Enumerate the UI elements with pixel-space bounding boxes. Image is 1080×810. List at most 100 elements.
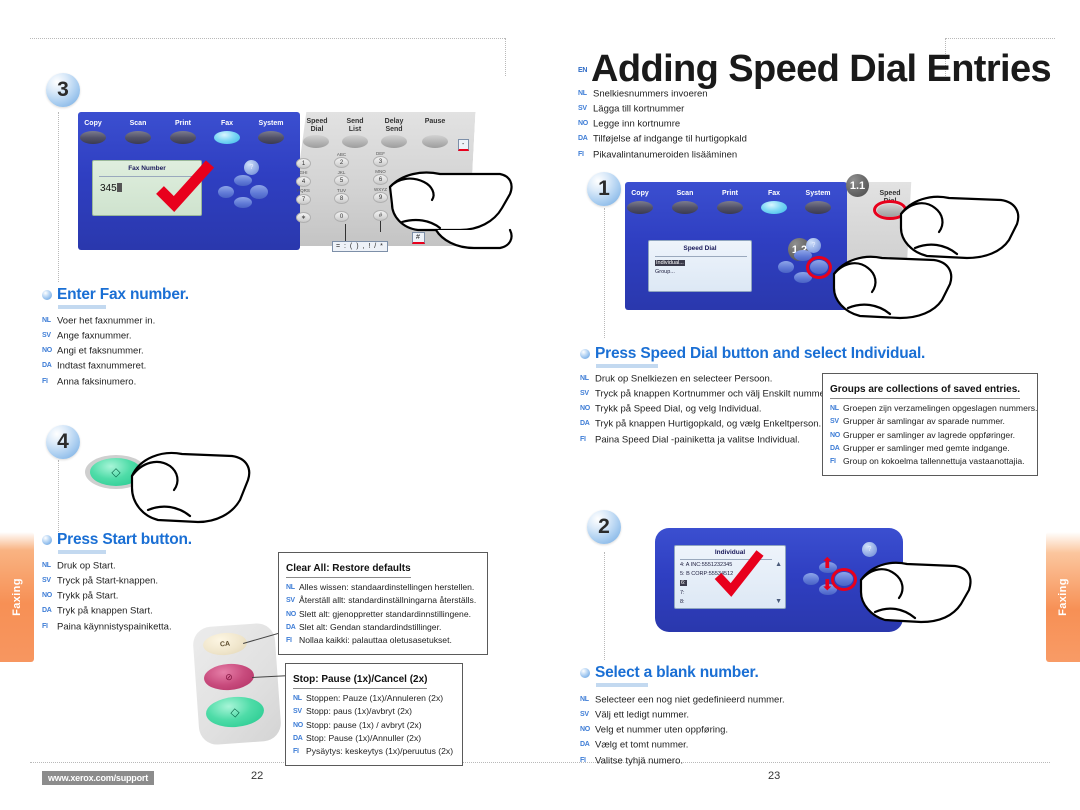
side-tab-faxing-left[interactable]: Faxing (0, 532, 34, 662)
callout-text: Stopp: pause (1x) / avbryt (2x) (306, 719, 422, 730)
panel3-button-pause[interactable] (422, 135, 448, 148)
title-translations: NL Snelkiesnummers invoeren SV Lägga till … (578, 87, 747, 163)
callout-row: FI Pysäytys: keskeytys (1x)/peruutus (2x) (293, 745, 455, 758)
callout-row: NO Stopp: pause (1x) / avbryt (2x) (293, 719, 455, 732)
callout-row: NO Slett alt: gjenoppretter standardinnst… (286, 608, 480, 621)
substep-badge-1-1: 1.1 (846, 174, 869, 197)
panel3-button-fax[interactable] (214, 131, 240, 144)
lang-tag: NL (830, 405, 839, 413)
keypad-key-0[interactable]: 0 (334, 211, 349, 222)
keypad-key-star[interactable]: ∗ (296, 212, 311, 223)
clear-all-label: CA (219, 640, 231, 648)
lang-tag: SV (830, 418, 839, 426)
translation-text: Anna faksinumero. (57, 376, 137, 388)
guide-line-left-vertical (505, 38, 506, 76)
panel3-navpad[interactable] (218, 175, 268, 209)
navpad-left-icon[interactable] (778, 261, 794, 273)
panel3-button-copy[interactable] (80, 131, 106, 144)
lang-tag: SV (293, 708, 302, 716)
guide-line-step3-vertical (58, 112, 59, 282)
side-tab-label-left: Faxing (11, 578, 23, 616)
side-tab-faxing-right[interactable]: Faxing (1046, 532, 1080, 662)
lang-tag: DA (580, 420, 590, 428)
step-badge-3: 3 (46, 73, 80, 107)
keypad-key-8[interactable]: 8 (334, 193, 349, 204)
callout-clear-all: Clear All: Restore defaults NL Alles wiss… (278, 552, 488, 655)
step4-translations: NL Druk op Start. SV Tryck på Start-knappe… (42, 559, 172, 635)
lang-tag: DA (293, 735, 303, 743)
panel1-button-print[interactable] (717, 201, 743, 214)
navpad-up-icon[interactable] (234, 175, 252, 186)
lang-tag: NL (578, 90, 587, 97)
lang-tag: NL (580, 696, 589, 703)
translation-text: Valitse tyhjä numero. (595, 755, 684, 767)
panel1-button-system[interactable] (805, 201, 831, 214)
footer-page-number-left: 22 (251, 770, 264, 782)
panel3-button-send-list[interactable] (342, 135, 368, 148)
lang-tag: FI (580, 435, 586, 443)
panel3-button-delay-send[interactable] (381, 135, 407, 148)
translation-row: FI Valitse tyhjä numero. (580, 754, 785, 769)
footer-support-url[interactable]: www.xerox.com/support (42, 771, 154, 785)
lang-tag: SV (286, 597, 295, 605)
panel2-lcd-line-7[interactable]: 7: (680, 590, 685, 596)
callout-text: Slett alt: gjenoppretter standardinnstil… (299, 608, 471, 619)
panel1-label-system: System (805, 190, 831, 197)
keypad-sub-4: GHI (299, 170, 308, 175)
translation-text: Druk op Snelkiezen en selecteer Persoon. (595, 373, 773, 385)
navpad-down-icon[interactable] (234, 197, 252, 208)
panel2-help-button[interactable]: ? (862, 542, 877, 557)
panel3-help-button[interactable]: ? (244, 160, 259, 175)
navpad-left-icon[interactable] (803, 573, 819, 585)
panel3-button-speed-dial[interactable] (303, 135, 329, 148)
keypad-key-2[interactable]: 2 (334, 157, 349, 168)
lang-tag: SV (42, 332, 51, 340)
panel1-lcd-line-individual[interactable]: Individual... (655, 260, 685, 266)
hand-illustration-step4-top (130, 451, 251, 524)
scroll-up-icon[interactable]: ▲ (775, 561, 782, 568)
step-number: 2 (598, 515, 610, 538)
substep-number: 1.1 (849, 179, 866, 192)
callout-row: DA Stop: Pause (1x)/Annuller (2x) (293, 732, 455, 745)
panel3-button-system[interactable] (258, 131, 284, 144)
translation-text: Pikavalintanumeroiden lisääminen (593, 149, 738, 161)
panel2-lcd-line-6[interactable]: 6: (680, 580, 687, 586)
keypad-tooltip-pause-text: - (462, 141, 466, 148)
panel2-lcd-line-8[interactable]: 8: (680, 599, 685, 605)
step1-translations: NL Druk op Snelkiezen en selecteer Persoo… (580, 372, 830, 448)
page-root: Faxing Faxing EN Adding Speed Dial Entrie… (0, 0, 1080, 810)
lang-tag: FI (578, 150, 584, 158)
leader-hash (380, 221, 381, 232)
lang-tag: DA (286, 624, 296, 632)
keypad-key-1[interactable]: 1 (296, 158, 311, 169)
callout-text: Nollaa kaikki: palauttaa oletusasetukset… (299, 635, 452, 646)
keypad-key-5[interactable]: 5 (334, 175, 349, 186)
lang-tag: NL (293, 695, 302, 703)
keypad-key-4[interactable]: 4 (296, 176, 311, 187)
step2-heading-text: Select a blank number. (595, 664, 759, 681)
navpad-ok-icon[interactable] (250, 185, 268, 199)
scroll-down-icon[interactable]: ▼ (775, 598, 782, 605)
translation-row: DA Tryk på knappen Hurtigopkald, og vælg … (580, 417, 830, 432)
lang-tag: NO (42, 347, 52, 355)
step3-heading-underline (58, 305, 106, 309)
lang-tag-en: EN (578, 67, 588, 75)
callout-row: NL Stoppen: Pauze (1x)/Annuleren (2x) (293, 692, 455, 705)
panel1-help-button[interactable]: ? (806, 238, 821, 253)
step4-heading: Press Start button. (42, 531, 192, 549)
panel3-button-print[interactable] (170, 131, 196, 144)
panel1-button-scan[interactable] (672, 201, 698, 214)
translation-text: Trykk på Start. (57, 590, 119, 602)
title-translation-row: DA Tilføjelse af indgange til hurtigopkal… (578, 132, 747, 147)
panel1-button-fax[interactable] (761, 201, 787, 214)
panel1-button-copy[interactable] (627, 201, 653, 214)
panel1-lcd-line-group[interactable]: Group... (655, 269, 675, 275)
panel3-label-scan: Scan (129, 120, 147, 127)
translation-row: SV Välj ett ledigt nummer. (580, 708, 785, 723)
panel3-button-scan[interactable] (125, 131, 151, 144)
keypad-key-7[interactable]: 7 (296, 194, 311, 205)
callout-row: DA Slet alt: Gendan standardindstillinger… (286, 621, 480, 634)
lang-tag: FI (830, 458, 836, 466)
translation-text: Paina käynnistyspainiketta. (57, 621, 172, 633)
translation-text: Druk op Start. (57, 560, 116, 572)
